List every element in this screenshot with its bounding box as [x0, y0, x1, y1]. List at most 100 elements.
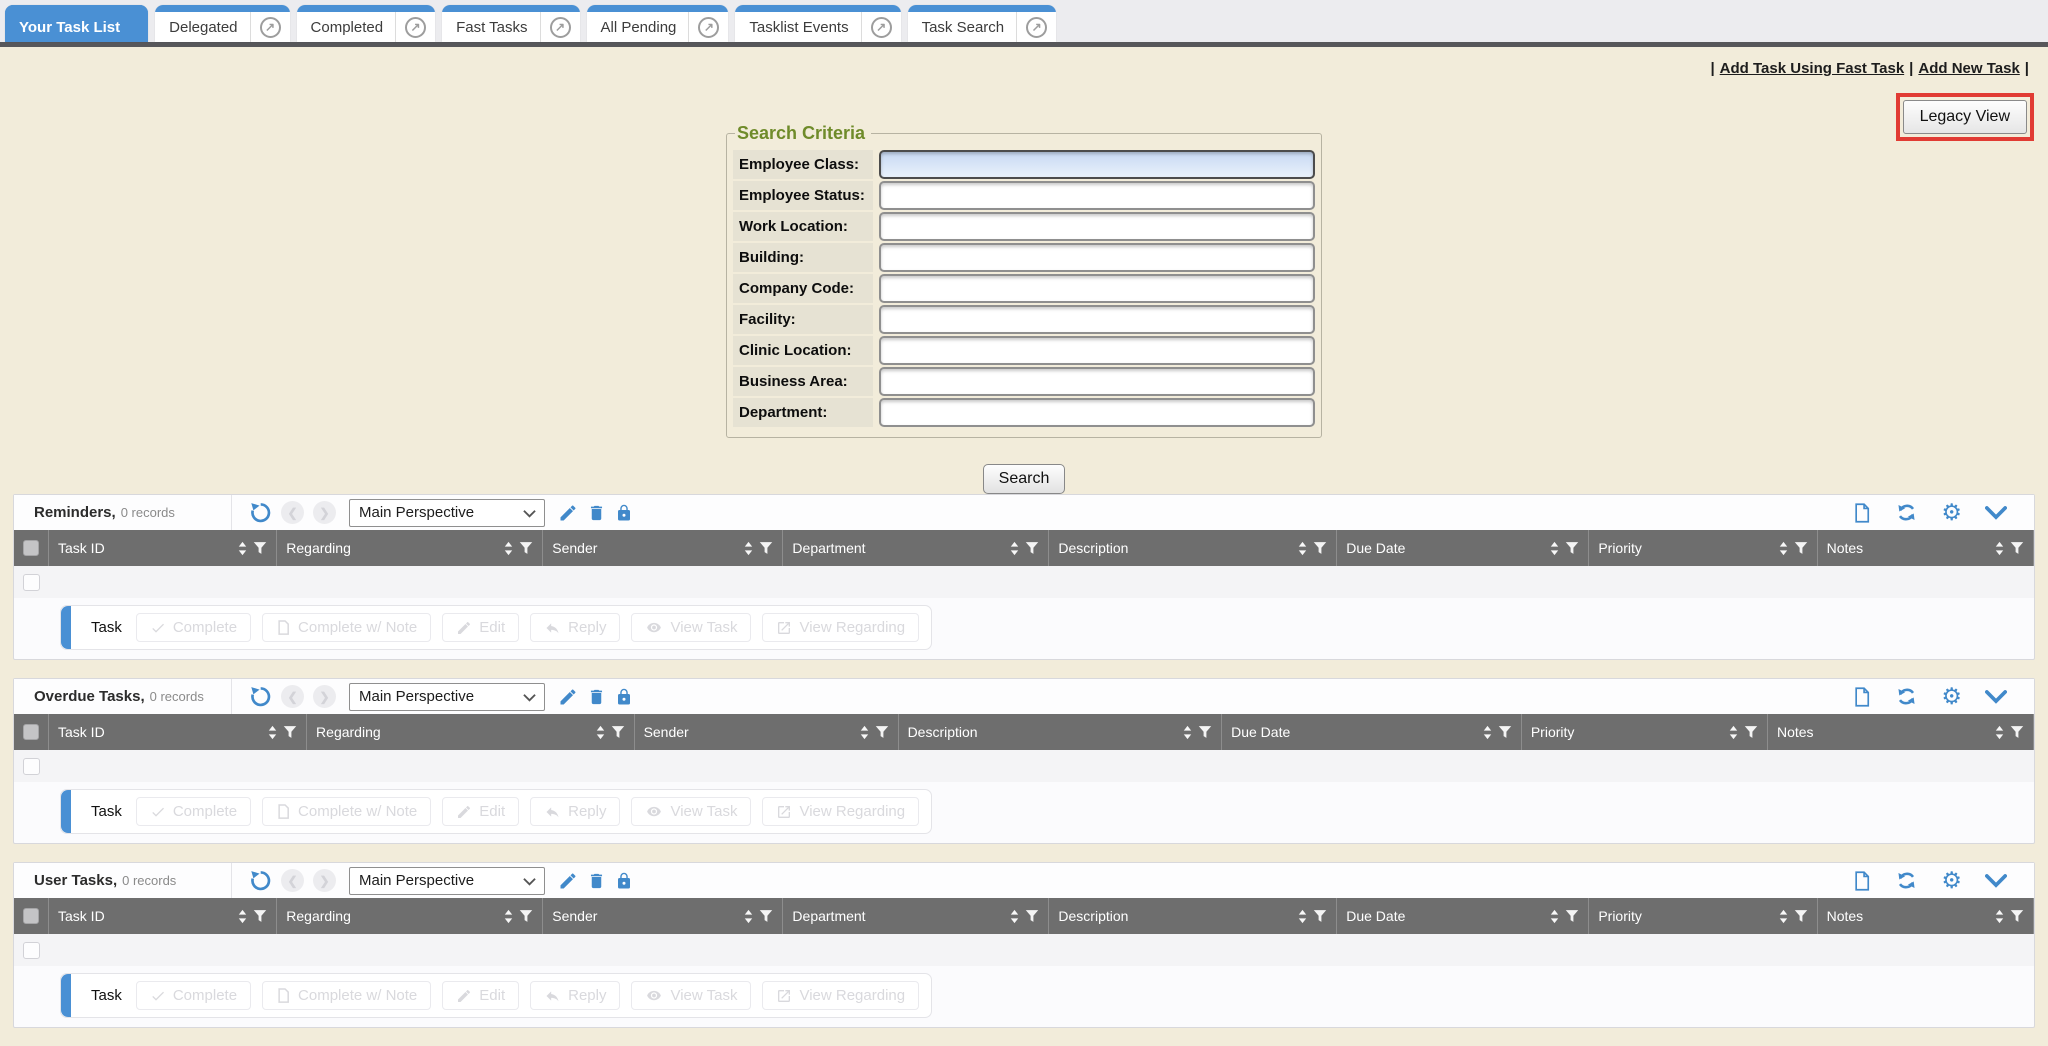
column-header-regarding[interactable]: Regarding	[277, 898, 543, 934]
filter-icon[interactable]	[2010, 909, 2024, 923]
column-header-priority[interactable]: Priority	[1522, 714, 1768, 750]
delete-perspective-icon[interactable]	[587, 687, 606, 707]
filter-icon[interactable]	[611, 725, 625, 739]
edit-perspective-icon[interactable]	[558, 687, 578, 707]
perspective-select[interactable]: Main Perspective	[349, 499, 545, 527]
complete-button[interactable]: Complete	[136, 613, 251, 642]
tab-fast-tasks[interactable]: Fast Tasks↗	[442, 5, 579, 42]
settings-gear-icon[interactable]: ⚙	[1941, 869, 1962, 892]
sort-icon[interactable]	[1777, 909, 1790, 924]
view-task-button[interactable]: View Task	[631, 613, 751, 642]
sort-icon[interactable]	[1548, 541, 1561, 556]
undo-icon[interactable]	[249, 685, 272, 708]
perspective-select[interactable]: Main Perspective	[349, 683, 545, 711]
refresh-icon[interactable]	[1895, 501, 1918, 524]
collapse-chevron-icon[interactable]	[1985, 874, 2007, 888]
refresh-icon[interactable]	[1895, 869, 1918, 892]
filter-icon[interactable]	[2010, 725, 2024, 739]
tab-popout[interactable]: ↗	[1016, 12, 1056, 42]
sort-icon[interactable]	[266, 725, 279, 740]
filter-icon[interactable]	[1313, 909, 1327, 923]
legacy-view-button[interactable]: Legacy View	[1903, 100, 2027, 134]
filter-icon[interactable]	[1498, 725, 1512, 739]
next-page-icon[interactable]: ❯	[313, 869, 336, 892]
view-task-button[interactable]: View Task	[631, 797, 751, 826]
filter-icon[interactable]	[519, 909, 533, 923]
column-header-notes[interactable]: Notes	[1818, 530, 2034, 566]
edit-perspective-icon[interactable]	[558, 503, 578, 523]
filter-icon[interactable]	[519, 541, 533, 555]
filter-icon[interactable]	[1313, 541, 1327, 555]
tab-popout[interactable]: ↗	[688, 12, 728, 42]
sort-icon[interactable]	[236, 909, 249, 924]
tab-delegated[interactable]: Delegated↗	[155, 5, 289, 42]
tab-tasklist-events[interactable]: Tasklist Events↗	[735, 5, 900, 42]
department-input[interactable]	[879, 398, 1315, 427]
filter-icon[interactable]	[1025, 541, 1039, 555]
company-code-input[interactable]	[879, 274, 1315, 303]
sort-icon[interactable]	[502, 541, 515, 556]
column-header-sender[interactable]: Sender	[635, 714, 899, 750]
column-header-description[interactable]: Description	[899, 714, 1223, 750]
column-header-department[interactable]: Department	[783, 898, 1049, 934]
prev-page-icon[interactable]: ❮	[281, 869, 304, 892]
export-document-icon[interactable]	[1852, 686, 1872, 708]
delete-perspective-icon[interactable]	[587, 871, 606, 891]
filter-icon[interactable]	[1565, 541, 1579, 555]
employee-status-input[interactable]	[879, 181, 1315, 210]
tab-popout[interactable]: ↗	[540, 12, 580, 42]
sort-icon[interactable]	[1993, 725, 2006, 740]
column-header-task-id[interactable]: Task ID	[49, 898, 277, 934]
column-header-priority[interactable]: Priority	[1589, 898, 1817, 934]
complete-button[interactable]: Complete	[136, 797, 251, 826]
select-all-checkbox[interactable]	[23, 724, 39, 740]
settings-gear-icon[interactable]: ⚙	[1941, 501, 1962, 524]
filter-icon[interactable]	[253, 541, 267, 555]
select-all-checkbox[interactable]	[23, 908, 39, 924]
column-header-regarding[interactable]: Regarding	[277, 530, 543, 566]
filter-icon[interactable]	[875, 725, 889, 739]
settings-gear-icon[interactable]: ⚙	[1941, 685, 1962, 708]
filter-icon[interactable]	[1025, 909, 1039, 923]
sort-icon[interactable]	[502, 909, 515, 924]
sort-icon[interactable]	[236, 541, 249, 556]
search-button[interactable]: Search	[983, 464, 1066, 494]
sort-icon[interactable]	[1481, 725, 1494, 740]
delete-perspective-icon[interactable]	[587, 503, 606, 523]
reply-button[interactable]: Reply	[530, 613, 620, 642]
view-regarding-button[interactable]: View Regarding	[762, 797, 919, 826]
complete-w-note-button[interactable]: Complete w/ Note	[262, 797, 431, 826]
sort-icon[interactable]	[1993, 909, 2006, 924]
tab-popout[interactable]: ↗	[250, 12, 290, 42]
prev-page-icon[interactable]: ❮	[281, 685, 304, 708]
edit-button[interactable]: Edit	[442, 797, 519, 826]
lock-perspective-icon[interactable]	[615, 871, 633, 891]
employee-class-input[interactable]	[879, 150, 1315, 179]
collapse-chevron-icon[interactable]	[1985, 506, 2007, 520]
column-header-due-date[interactable]: Due Date	[1337, 530, 1589, 566]
filter-icon[interactable]	[1198, 725, 1212, 739]
column-header-priority[interactable]: Priority	[1589, 530, 1817, 566]
collapse-chevron-icon[interactable]	[1985, 690, 2007, 704]
tab-task-search[interactable]: Task Search↗	[908, 5, 1057, 42]
filter-icon[interactable]	[2010, 541, 2024, 555]
sort-icon[interactable]	[1548, 909, 1561, 924]
sort-icon[interactable]	[1296, 541, 1309, 556]
tab-your-task-list[interactable]: Your Task List	[5, 5, 148, 42]
filter-icon[interactable]	[1744, 725, 1758, 739]
row-checkbox[interactable]	[23, 758, 40, 775]
reply-button[interactable]: Reply	[530, 981, 620, 1010]
column-header-description[interactable]: Description	[1049, 898, 1337, 934]
add-task-fast-task-link[interactable]: Add Task Using Fast Task	[1720, 60, 1905, 77]
business-area-input[interactable]	[879, 367, 1315, 396]
sort-icon[interactable]	[1296, 909, 1309, 924]
filter-icon[interactable]	[1794, 909, 1808, 923]
column-header-sender[interactable]: Sender	[543, 898, 783, 934]
tab-all-pending[interactable]: All Pending↗	[587, 5, 729, 42]
prev-page-icon[interactable]: ❮	[281, 501, 304, 524]
edit-perspective-icon[interactable]	[558, 871, 578, 891]
column-header-description[interactable]: Description	[1049, 530, 1337, 566]
filter-icon[interactable]	[283, 725, 297, 739]
sort-icon[interactable]	[742, 541, 755, 556]
edit-button[interactable]: Edit	[442, 613, 519, 642]
